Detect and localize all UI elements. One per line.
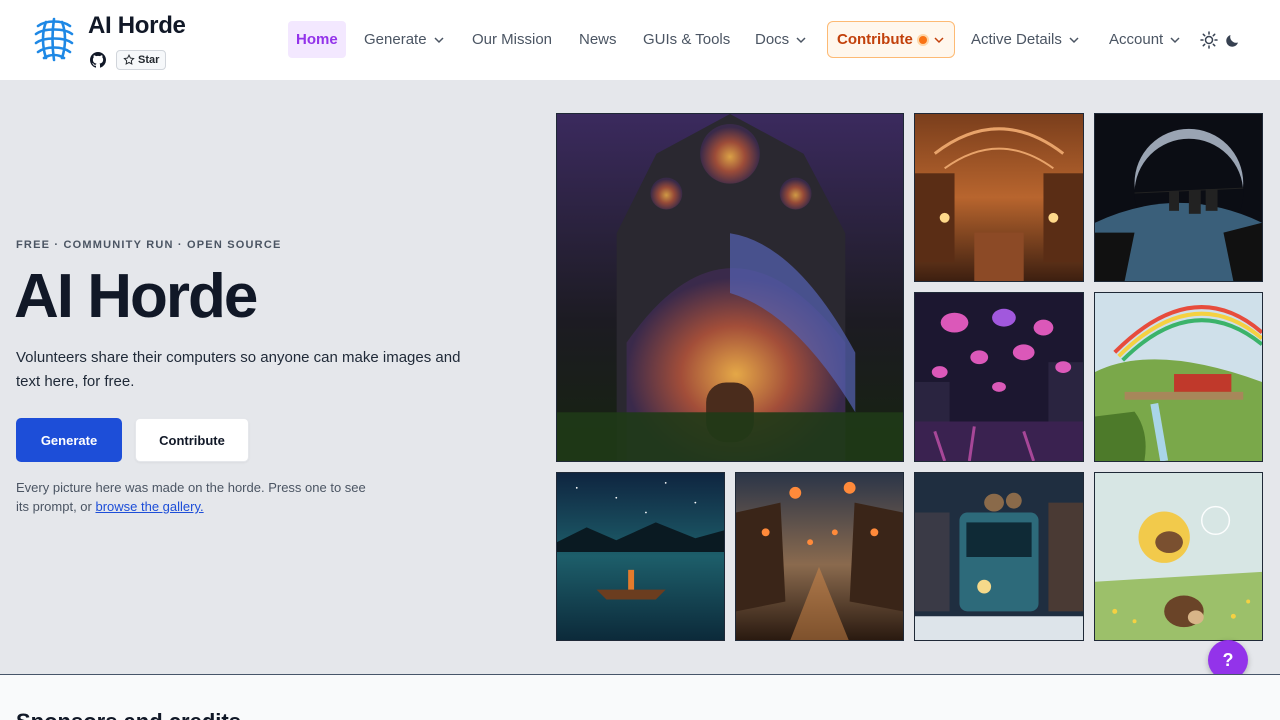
star-icon [123,54,135,65]
gallery-image-hedgehog[interactable] [1094,472,1263,641]
nav-contribute-label: Contribute [837,31,913,48]
sponsors-title: Sponsors and credits [16,709,241,720]
site-header: AI Horde Star Home Generate Our Mission … [0,0,1280,81]
chevron-down-icon [934,36,944,43]
gallery-image-cathedral[interactable] [556,113,904,462]
chevron-down-icon [1170,36,1180,43]
generate-button[interactable]: Generate [16,418,122,462]
brand-title[interactable]: AI Horde [88,12,186,40]
nav-news[interactable]: News [579,21,617,58]
lake-boat-image [557,473,724,640]
ai-horde-logo-icon[interactable] [32,16,76,62]
nav-news-label: News [579,31,617,48]
library-image [915,114,1083,281]
browse-gallery-link[interactable]: browse the gallery. [95,499,203,514]
nav-guis-tools[interactable]: GUIs & Tools [643,21,730,58]
github-icon[interactable] [90,52,106,68]
nav-docs-label: Docs [755,31,790,48]
nav-home[interactable]: Home [288,21,346,58]
chevron-down-icon [796,36,806,43]
cathedral-image [557,114,903,461]
nav-home-label: Home [296,31,338,48]
gallery-image-library[interactable] [914,113,1084,282]
nav-active-label: Active Details [971,31,1062,48]
hero-title: AI Horde [14,262,258,331]
star-label: Star [138,54,160,66]
nav-account-label: Account [1109,31,1164,48]
chevron-down-icon [434,36,444,43]
gallery-image-lake-boat[interactable] [556,472,725,641]
nav-docs[interactable]: Docs [755,21,807,58]
nav-guis-label: GUIs & Tools [643,31,731,48]
hero-note: Every picture here was made on the horde… [16,478,376,516]
notification-dot [918,35,927,44]
owl-tram-image [915,473,1083,640]
rainbow-train-image [1095,293,1262,461]
theme-toggle [1200,31,1242,49]
nav-active-details[interactable]: Active Details [971,21,1080,58]
gallery-image-space-laundry[interactable] [1094,113,1263,282]
hedgehog-image [1095,473,1262,640]
gallery-image-owl-tram[interactable] [914,472,1084,641]
sponsors-section: Sponsors and credits [0,674,1280,720]
space-laundry-image [1095,114,1262,281]
lantern-village-image [736,473,903,640]
gallery-image-rainbow-train[interactable] [1094,292,1263,462]
nav-account[interactable]: Account [1109,21,1181,58]
hero-eyebrow: FREE · COMMUNITY RUN · OPEN SOURCE [16,239,282,251]
nav-mission-label: Our Mission [472,31,553,48]
hero-description: Volunteers share their computers so anyo… [16,349,461,390]
sun-icon[interactable] [1200,31,1218,49]
github-star-button[interactable]: Star [116,50,167,70]
gallery-image-lantern-village[interactable] [735,472,904,641]
nav-generate-label: Generate [364,31,427,48]
nav-our-mission[interactable]: Our Mission [472,21,552,58]
moon-icon[interactable] [1224,31,1242,49]
nav-contribute[interactable]: Contribute [827,21,955,58]
gallery-image-jellyfish-city[interactable] [914,292,1084,462]
nav-generate[interactable]: Generate [364,21,445,58]
jellyfish-city-image [915,293,1083,461]
chevron-down-icon [1069,36,1079,43]
contribute-button[interactable]: Contribute [135,418,249,462]
